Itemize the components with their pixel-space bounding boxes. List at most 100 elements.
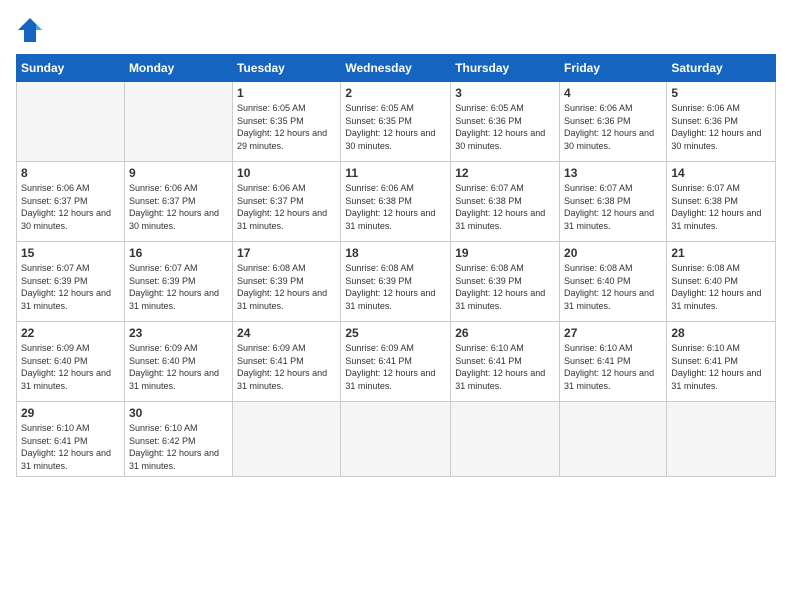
day-number: 13 bbox=[564, 166, 662, 180]
calendar-cell: 29 Sunrise: 6:10 AM Sunset: 6:41 PM Dayl… bbox=[17, 402, 125, 477]
day-number: 12 bbox=[455, 166, 555, 180]
day-info: Sunrise: 6:10 AM Sunset: 6:42 PM Dayligh… bbox=[129, 422, 228, 472]
calendar-cell: 26 Sunrise: 6:10 AM Sunset: 6:41 PM Dayl… bbox=[451, 322, 560, 402]
calendar-cell bbox=[233, 402, 341, 477]
calendar-header-thursday: Thursday bbox=[451, 55, 560, 82]
calendar-header-sunday: Sunday bbox=[17, 55, 125, 82]
day-info: Sunrise: 6:07 AM Sunset: 6:38 PM Dayligh… bbox=[455, 182, 555, 232]
calendar-cell: 11 Sunrise: 6:06 AM Sunset: 6:38 PM Dayl… bbox=[341, 162, 451, 242]
calendar-cell: 20 Sunrise: 6:08 AM Sunset: 6:40 PM Dayl… bbox=[560, 242, 667, 322]
calendar-cell: 18 Sunrise: 6:08 AM Sunset: 6:39 PM Dayl… bbox=[341, 242, 451, 322]
calendar-header-friday: Friday bbox=[560, 55, 667, 82]
day-info: Sunrise: 6:05 AM Sunset: 6:35 PM Dayligh… bbox=[237, 102, 336, 152]
day-number: 28 bbox=[671, 326, 771, 340]
calendar-cell: 10 Sunrise: 6:06 AM Sunset: 6:37 PM Dayl… bbox=[233, 162, 341, 242]
calendar-header-row: SundayMondayTuesdayWednesdayThursdayFrid… bbox=[17, 55, 776, 82]
day-number: 3 bbox=[455, 86, 555, 100]
day-number: 21 bbox=[671, 246, 771, 260]
day-info: Sunrise: 6:06 AM Sunset: 6:36 PM Dayligh… bbox=[671, 102, 771, 152]
calendar-cell: 22 Sunrise: 6:09 AM Sunset: 6:40 PM Dayl… bbox=[17, 322, 125, 402]
calendar-week-2: 8 Sunrise: 6:06 AM Sunset: 6:37 PM Dayli… bbox=[17, 162, 776, 242]
day-number: 14 bbox=[671, 166, 771, 180]
day-number: 10 bbox=[237, 166, 336, 180]
calendar-cell: 19 Sunrise: 6:08 AM Sunset: 6:39 PM Dayl… bbox=[451, 242, 560, 322]
day-number: 25 bbox=[345, 326, 446, 340]
calendar-cell: 21 Sunrise: 6:08 AM Sunset: 6:40 PM Dayl… bbox=[667, 242, 776, 322]
calendar-cell: 17 Sunrise: 6:08 AM Sunset: 6:39 PM Dayl… bbox=[233, 242, 341, 322]
calendar-cell bbox=[560, 402, 667, 477]
day-info: Sunrise: 6:08 AM Sunset: 6:40 PM Dayligh… bbox=[671, 262, 771, 312]
calendar-header-tuesday: Tuesday bbox=[233, 55, 341, 82]
day-number: 19 bbox=[455, 246, 555, 260]
calendar-cell: 23 Sunrise: 6:09 AM Sunset: 6:40 PM Dayl… bbox=[124, 322, 232, 402]
day-number: 23 bbox=[129, 326, 228, 340]
calendar-cell: 5 Sunrise: 6:06 AM Sunset: 6:36 PM Dayli… bbox=[667, 82, 776, 162]
day-info: Sunrise: 6:06 AM Sunset: 6:37 PM Dayligh… bbox=[129, 182, 228, 232]
calendar-cell: 13 Sunrise: 6:07 AM Sunset: 6:38 PM Dayl… bbox=[560, 162, 667, 242]
calendar-cell: 25 Sunrise: 6:09 AM Sunset: 6:41 PM Dayl… bbox=[341, 322, 451, 402]
day-number: 2 bbox=[345, 86, 446, 100]
calendar-table: SundayMondayTuesdayWednesdayThursdayFrid… bbox=[16, 54, 776, 477]
day-info: Sunrise: 6:05 AM Sunset: 6:35 PM Dayligh… bbox=[345, 102, 446, 152]
day-number: 30 bbox=[129, 406, 228, 420]
calendar-header-saturday: Saturday bbox=[667, 55, 776, 82]
day-number: 17 bbox=[237, 246, 336, 260]
calendar-cell: 27 Sunrise: 6:10 AM Sunset: 6:41 PM Dayl… bbox=[560, 322, 667, 402]
day-info: Sunrise: 6:08 AM Sunset: 6:39 PM Dayligh… bbox=[455, 262, 555, 312]
day-number: 16 bbox=[129, 246, 228, 260]
calendar-week-4: 22 Sunrise: 6:09 AM Sunset: 6:40 PM Dayl… bbox=[17, 322, 776, 402]
header bbox=[16, 16, 776, 44]
day-number: 22 bbox=[21, 326, 120, 340]
calendar-cell: 1 Sunrise: 6:05 AM Sunset: 6:35 PM Dayli… bbox=[233, 82, 341, 162]
day-info: Sunrise: 6:09 AM Sunset: 6:41 PM Dayligh… bbox=[345, 342, 446, 392]
day-number: 9 bbox=[129, 166, 228, 180]
day-info: Sunrise: 6:08 AM Sunset: 6:39 PM Dayligh… bbox=[345, 262, 446, 312]
calendar-header-wednesday: Wednesday bbox=[341, 55, 451, 82]
day-info: Sunrise: 6:07 AM Sunset: 6:38 PM Dayligh… bbox=[564, 182, 662, 232]
day-info: Sunrise: 6:09 AM Sunset: 6:40 PM Dayligh… bbox=[21, 342, 120, 392]
calendar-cell: 30 Sunrise: 6:10 AM Sunset: 6:42 PM Dayl… bbox=[124, 402, 232, 477]
day-info: Sunrise: 6:06 AM Sunset: 6:37 PM Dayligh… bbox=[21, 182, 120, 232]
day-number: 20 bbox=[564, 246, 662, 260]
day-number: 15 bbox=[21, 246, 120, 260]
day-info: Sunrise: 6:08 AM Sunset: 6:40 PM Dayligh… bbox=[564, 262, 662, 312]
calendar-cell bbox=[17, 82, 125, 162]
calendar-cell: 4 Sunrise: 6:06 AM Sunset: 6:36 PM Dayli… bbox=[560, 82, 667, 162]
day-info: Sunrise: 6:10 AM Sunset: 6:41 PM Dayligh… bbox=[21, 422, 120, 472]
day-info: Sunrise: 6:06 AM Sunset: 6:37 PM Dayligh… bbox=[237, 182, 336, 232]
day-number: 26 bbox=[455, 326, 555, 340]
calendar-cell bbox=[341, 402, 451, 477]
day-number: 4 bbox=[564, 86, 662, 100]
day-number: 8 bbox=[21, 166, 120, 180]
day-info: Sunrise: 6:08 AM Sunset: 6:39 PM Dayligh… bbox=[237, 262, 336, 312]
logo-icon bbox=[16, 16, 44, 44]
calendar-cell: 2 Sunrise: 6:05 AM Sunset: 6:35 PM Dayli… bbox=[341, 82, 451, 162]
calendar-cell: 15 Sunrise: 6:07 AM Sunset: 6:39 PM Dayl… bbox=[17, 242, 125, 322]
calendar-cell: 28 Sunrise: 6:10 AM Sunset: 6:41 PM Dayl… bbox=[667, 322, 776, 402]
day-number: 24 bbox=[237, 326, 336, 340]
day-info: Sunrise: 6:09 AM Sunset: 6:40 PM Dayligh… bbox=[129, 342, 228, 392]
day-info: Sunrise: 6:05 AM Sunset: 6:36 PM Dayligh… bbox=[455, 102, 555, 152]
day-info: Sunrise: 6:06 AM Sunset: 6:36 PM Dayligh… bbox=[564, 102, 662, 152]
day-info: Sunrise: 6:07 AM Sunset: 6:39 PM Dayligh… bbox=[21, 262, 120, 312]
day-info: Sunrise: 6:10 AM Sunset: 6:41 PM Dayligh… bbox=[671, 342, 771, 392]
calendar-week-1: 1 Sunrise: 6:05 AM Sunset: 6:35 PM Dayli… bbox=[17, 82, 776, 162]
calendar-week-5: 29 Sunrise: 6:10 AM Sunset: 6:41 PM Dayl… bbox=[17, 402, 776, 477]
calendar-cell: 12 Sunrise: 6:07 AM Sunset: 6:38 PM Dayl… bbox=[451, 162, 560, 242]
calendar-cell: 3 Sunrise: 6:05 AM Sunset: 6:36 PM Dayli… bbox=[451, 82, 560, 162]
calendar-cell bbox=[667, 402, 776, 477]
day-number: 11 bbox=[345, 166, 446, 180]
day-info: Sunrise: 6:07 AM Sunset: 6:39 PM Dayligh… bbox=[129, 262, 228, 312]
day-number: 18 bbox=[345, 246, 446, 260]
calendar-header-monday: Monday bbox=[124, 55, 232, 82]
calendar-cell: 14 Sunrise: 6:07 AM Sunset: 6:38 PM Dayl… bbox=[667, 162, 776, 242]
day-info: Sunrise: 6:06 AM Sunset: 6:38 PM Dayligh… bbox=[345, 182, 446, 232]
day-number: 1 bbox=[237, 86, 336, 100]
page: SundayMondayTuesdayWednesdayThursdayFrid… bbox=[0, 0, 792, 612]
calendar-cell: 16 Sunrise: 6:07 AM Sunset: 6:39 PM Dayl… bbox=[124, 242, 232, 322]
calendar-cell: 8 Sunrise: 6:06 AM Sunset: 6:37 PM Dayli… bbox=[17, 162, 125, 242]
calendar-cell bbox=[451, 402, 560, 477]
calendar-week-3: 15 Sunrise: 6:07 AM Sunset: 6:39 PM Dayl… bbox=[17, 242, 776, 322]
day-info: Sunrise: 6:09 AM Sunset: 6:41 PM Dayligh… bbox=[237, 342, 336, 392]
day-number: 29 bbox=[21, 406, 120, 420]
